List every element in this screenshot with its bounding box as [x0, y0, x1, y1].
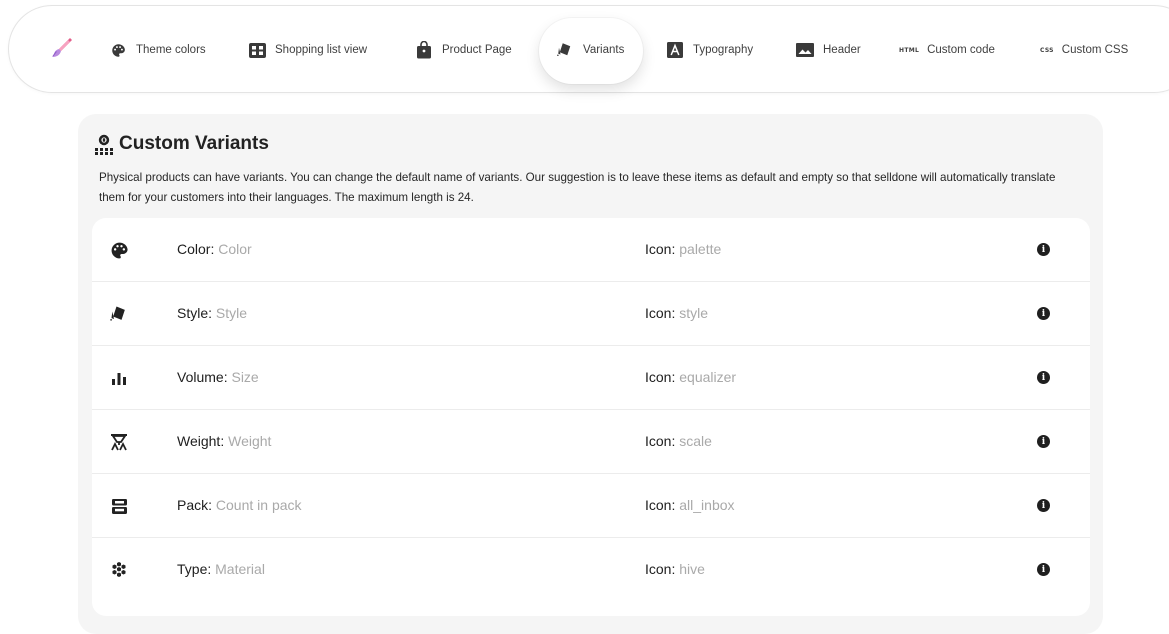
css-icon: CSS [1040, 46, 1054, 54]
style-icon [109, 304, 129, 324]
variant-name: Pack: Count in pack [177, 497, 302, 513]
tab-custom-css[interactable]: CSS Custom CSS [1040, 38, 1128, 62]
icon-value: all_inbox [679, 497, 735, 513]
tab-label: Typography [693, 44, 754, 56]
tab-product-page[interactable]: Product Page [415, 38, 512, 62]
tab-label: Shopping list view [275, 44, 368, 56]
tab-label: Custom CSS [1061, 44, 1129, 56]
section-title: Custom Variants [93, 130, 269, 158]
variant-value: Material [215, 561, 265, 577]
icon-label: Icon: [645, 497, 676, 513]
icon-value: hive [679, 561, 705, 577]
variant-name: Weight: Weight [177, 433, 271, 449]
tab-theme-colors[interactable]: Theme colors [109, 38, 206, 62]
icon-value: equalizer [679, 369, 737, 385]
icon-value: scale [679, 433, 712, 449]
list-item[interactable]: Weight: Weight Icon: scale i [92, 410, 1090, 474]
icon-label: Icon: [645, 433, 676, 449]
info-icon[interactable]: i [1037, 371, 1050, 384]
list-item[interactable]: Color: Color Icon: palette i [92, 218, 1090, 282]
variant-icon-name: Icon: all_inbox [645, 497, 735, 513]
list-item[interactable]: Pack: Count in pack Icon: all_inbox i [92, 474, 1090, 538]
tab-label: Custom code [927, 44, 995, 56]
list-item[interactable]: Volume: Size Icon: equalizer i [92, 346, 1090, 410]
info-icon[interactable]: i [1037, 563, 1050, 576]
variant-icon-name: Icon: scale [645, 433, 712, 449]
palette-icon [109, 240, 129, 260]
variant-name: Style: Style [177, 305, 247, 321]
list-item[interactable]: Type: Material Icon: hive i [92, 538, 1090, 602]
scale-icon [109, 432, 129, 452]
variant-name: Type: Material [177, 561, 265, 577]
icon-label: Icon: [645, 305, 676, 321]
tab-label: Header [823, 44, 861, 56]
info-icon[interactable]: i [1037, 435, 1050, 448]
info-icon[interactable]: i [1037, 243, 1050, 256]
icon-label: Icon: [645, 561, 676, 577]
tab-label: Variants [583, 44, 625, 56]
variant-value: Size [231, 369, 259, 385]
variants-list: Color: Color Icon: palette i Style: Styl… [92, 218, 1090, 616]
equalizer-icon [109, 368, 129, 388]
variant-label: Volume: [177, 369, 228, 385]
variant-label: Pack: [177, 497, 213, 513]
list-item[interactable]: Style: Style Icon: style i [92, 282, 1090, 346]
text-format-icon [666, 41, 684, 59]
paint-brush-icon[interactable] [49, 35, 75, 61]
tab-custom-code[interactable]: HTML Custom code [899, 38, 995, 62]
variant-icon-name: Icon: style [645, 305, 708, 321]
variant-icon-name: Icon: equalizer [645, 369, 736, 385]
tab-label: Product Page [442, 44, 512, 56]
icon-label: Icon: [645, 369, 676, 385]
variant-name: Color: Color [177, 241, 252, 257]
variant-name: Volume: Size [177, 369, 259, 385]
section-description: Physical products can have variants. You… [99, 171, 1056, 204]
tab-shopping-list-view[interactable]: Shopping list view [248, 38, 367, 62]
variant-icon-name: Icon: hive [645, 561, 705, 577]
variant-value: Count in pack [215, 497, 302, 513]
icon-value: palette [679, 241, 722, 257]
info-icon[interactable]: i [1037, 307, 1050, 320]
info-icon[interactable]: i [1037, 499, 1050, 512]
tab-variants[interactable]: Variants [556, 38, 624, 62]
variants-section-icon [93, 133, 115, 155]
shopping-bag-icon [415, 41, 433, 59]
icon-value: style [679, 305, 709, 321]
variant-label: Color: [177, 241, 215, 257]
style-icon [556, 41, 574, 59]
palette-icon [109, 41, 127, 59]
panorama-icon [796, 41, 814, 59]
hive-icon [109, 560, 129, 580]
section-title-text: Custom Variants [119, 133, 269, 154]
variant-label: Weight: [177, 433, 225, 449]
html-icon: HTML [899, 46, 920, 54]
variant-label: Style: [177, 305, 213, 321]
variant-icon-name: Icon: palette [645, 241, 721, 257]
tab-typography[interactable]: Typography [666, 38, 753, 62]
tab-label: Theme colors [136, 44, 206, 56]
icon-label: Icon: [645, 241, 676, 257]
all-inbox-icon [109, 496, 129, 516]
variant-value: Weight [228, 433, 272, 449]
variant-label: Type: [177, 561, 212, 577]
tab-header[interactable]: Header [796, 38, 861, 62]
variant-value: Style [215, 305, 248, 321]
variant-value: Color [218, 241, 252, 257]
grid-view-icon [248, 41, 266, 59]
